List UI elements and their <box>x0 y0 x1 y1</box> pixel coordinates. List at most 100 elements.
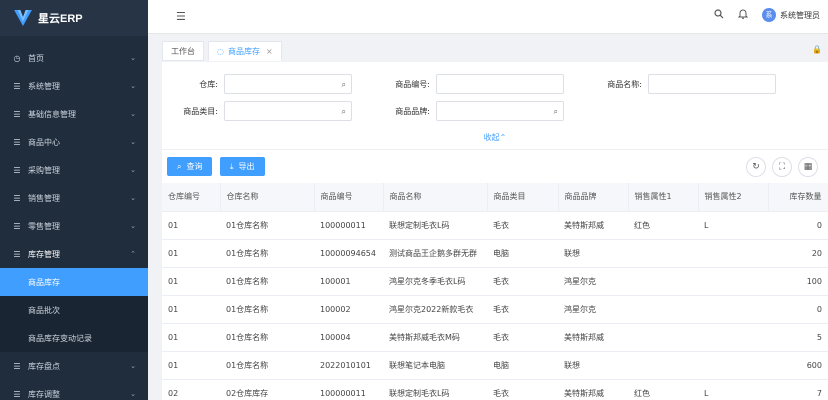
column-header[interactable]: 库存数量 <box>768 183 828 212</box>
brand-select[interactable]: ⌕ <box>436 101 564 121</box>
sidebar-item-label: 库存盘点 <box>28 361 60 371</box>
warehouse-filter: 仓库: ⌕ <box>162 74 352 94</box>
product-name-input[interactable] <box>648 74 776 94</box>
table-cell <box>628 267 698 296</box>
table-cell: 01仓库名称 <box>220 267 314 296</box>
sidebar-item-home[interactable]: ◷ 首页 ⌄ <box>0 44 148 72</box>
sidebar-item-stock-adjust[interactable]: ☰ 库存调整 ⌄ <box>0 380 148 400</box>
table-cell: 01 <box>162 351 220 380</box>
sidebar-item-label: 采购管理 <box>28 165 60 175</box>
user-name: 系统管理员 <box>780 10 820 20</box>
table-cell <box>628 295 698 324</box>
product-code-filter: 商品编号: <box>374 74 564 94</box>
sidebar-item-purchase[interactable]: ☰ 采购管理 ⌄ <box>0 156 148 184</box>
chevron-down-icon: ⌄ <box>130 362 136 370</box>
table-row[interactable]: 01 01仓库名称 100002 鸿星尔克2022新款毛衣 毛衣 鸿星尔克 0 <box>162 295 828 324</box>
search-icon: ⌕ <box>341 80 346 89</box>
tab-workbench[interactable]: 工作台 <box>162 41 204 61</box>
refresh-button[interactable]: ↻ <box>746 157 766 177</box>
collapse-toggle[interactable]: 收起⌃ <box>162 132 828 143</box>
sidebar-subitem-stock-records[interactable]: 商品库存变动记录 <box>0 324 148 352</box>
sidebar-item-sales[interactable]: ☰ 销售管理 ⌄ <box>0 184 148 212</box>
export-button[interactable]: ⤓ 导出 <box>220 157 265 176</box>
chevron-up-icon: ⌃ <box>130 250 136 258</box>
sidebar-subitem-label: 商品库存变动记录 <box>28 333 92 343</box>
bell-icon[interactable] <box>737 9 749 21</box>
warehouse-label: 仓库: <box>199 79 218 89</box>
sidebar-subitem-label: 商品批次 <box>28 305 60 315</box>
chevron-down-icon: ⌄ <box>130 54 136 62</box>
user-menu[interactable]: 系 系统管理员 <box>762 8 820 22</box>
table-cell: 01仓库名称 <box>220 351 314 380</box>
category-select[interactable]: ⌕ <box>224 101 352 121</box>
column-header[interactable]: 商品名称 <box>383 183 488 212</box>
sidebar-item-system[interactable]: ☰ 系统管理 ⌄ <box>0 72 148 100</box>
query-button[interactable]: ⌕ 查询 <box>167 157 213 176</box>
app-name: 星云ERP <box>38 13 83 25</box>
fullscreen-icon: ⛶ <box>778 162 786 172</box>
fullscreen-button[interactable]: ⛶ <box>772 157 792 177</box>
column-header[interactable]: 商品类目 <box>487 183 559 212</box>
sidebar-item-label: 商品中心 <box>28 137 60 147</box>
chevron-down-icon: ⌄ <box>130 194 136 202</box>
tab-product-stock[interactable]: ◌ 商品库存 × <box>208 41 282 61</box>
chevron-down-icon: ⌄ <box>130 222 136 230</box>
table-cell: 美特斯邦威 <box>558 379 628 400</box>
column-header[interactable]: 商品品牌 <box>558 183 629 212</box>
table-cell: 鸿星尔克冬季毛衣L码 <box>383 267 487 296</box>
table-header-row: 仓库编号 仓库名称 商品编号 商品名称 商品类目 商品品牌 销售属性1 销售属性… <box>162 183 828 212</box>
column-settings-button[interactable]: ▦ <box>798 157 818 177</box>
table-cell: 01 <box>162 267 220 296</box>
table-cell <box>698 295 768 324</box>
table-cell: 02仓库库存 <box>220 379 314 400</box>
sidebar-item-stocktake[interactable]: ☰ 库存盘点 ⌄ <box>0 352 148 380</box>
column-header[interactable]: 仓库编号 <box>162 183 221 212</box>
column-header[interactable]: 仓库名称 <box>220 183 315 212</box>
table-cell: 电脑 <box>487 239 558 268</box>
brand-filter: 商品品牌: ⌕ <box>374 101 564 121</box>
v-logo-icon <box>14 10 32 26</box>
table-cell: 600 <box>768 351 828 380</box>
sidebar-item-label: 系统管理 <box>28 81 60 91</box>
product-name-filter: 商品名称: <box>586 74 776 94</box>
table-cell: 联想 <box>558 351 628 380</box>
table-cell: 01 <box>162 295 220 324</box>
table-cell: 鸿星尔克 <box>558 267 628 296</box>
table-row[interactable]: 01 01仓库名称 100004 美特斯邦威毛衣M码 毛衣 美特斯邦威 5 <box>162 323 828 352</box>
tab-label: 工作台 <box>171 46 195 56</box>
top-bar-right: 系 系统管理员 <box>714 8 820 22</box>
search-icon[interactable] <box>714 9 724 21</box>
column-header[interactable]: 商品编号 <box>314 183 384 212</box>
table-cell <box>628 351 698 380</box>
brand[interactable]: 星云ERP <box>0 0 148 36</box>
table-row[interactable]: 02 02仓库库存 100000011 联想定制毛衣L码 毛衣 美特斯邦威 红色 L 7 <box>162 379 828 400</box>
table-cell: 5 <box>768 323 828 352</box>
product-code-input[interactable] <box>436 74 564 94</box>
table-cell: 100000011 <box>314 379 383 400</box>
column-header[interactable]: 销售属性2 <box>698 183 769 212</box>
sidebar-item-label: 首页 <box>28 53 44 63</box>
table-row[interactable]: 01 01仓库名称 100001 鸿星尔克冬季毛衣L码 毛衣 鸿星尔克 100 <box>162 267 828 296</box>
sidebar-item-basic-info[interactable]: ☰ 基础信息管理 ⌄ <box>0 100 148 128</box>
warehouse-select[interactable]: ⌕ <box>224 74 352 94</box>
sidebar-item-product-center[interactable]: ☰ 商品中心 ⌄ <box>0 128 148 156</box>
table-cell: 联想 <box>558 239 628 268</box>
table-row[interactable]: 01 01仓库名称 10000094654 测试商品王企鹅多群无群 电脑 联想 20 <box>162 239 828 268</box>
lock-icon[interactable]: 🔒 <box>812 45 822 54</box>
menu-fold-icon[interactable]: ☰ <box>176 10 186 23</box>
column-header[interactable]: 销售属性1 <box>628 183 699 212</box>
sidebar-subitem-product-batch[interactable]: 商品批次 <box>0 296 148 324</box>
table-row[interactable]: 01 01仓库名称 100000011 联想定制毛衣L码 毛衣 美特斯邦威 红色 L 0 <box>162 211 828 240</box>
download-icon: ⤓ <box>230 161 234 171</box>
sidebar: 星云ERP ◷ 首页 ⌄ ☰ 系统管理 ⌄ ☰ 基础信息管理 ⌄ ☰ 商品中心 ⌄ ☰ 采购管理 ⌄… <box>0 0 148 400</box>
menu-icon: ☰ <box>13 361 21 371</box>
sidebar-item-retail[interactable]: ☰ 零售管理 ⌄ <box>0 212 148 240</box>
table-cell <box>698 267 768 296</box>
close-icon[interactable]: × <box>266 47 273 56</box>
table-row[interactable]: 01 01仓库名称 2022010101 联想笔记本电脑 电脑 联想 600 <box>162 351 828 380</box>
table-cell: 2022010101 <box>314 351 383 380</box>
menu-icon: ☰ <box>13 165 21 175</box>
sidebar-subitem-product-stock[interactable]: 商品库存 <box>0 268 148 296</box>
sidebar-item-inventory[interactable]: ☰ 库存管理 ⌃ <box>0 240 148 268</box>
table-cell: 美特斯邦威 <box>558 323 628 352</box>
